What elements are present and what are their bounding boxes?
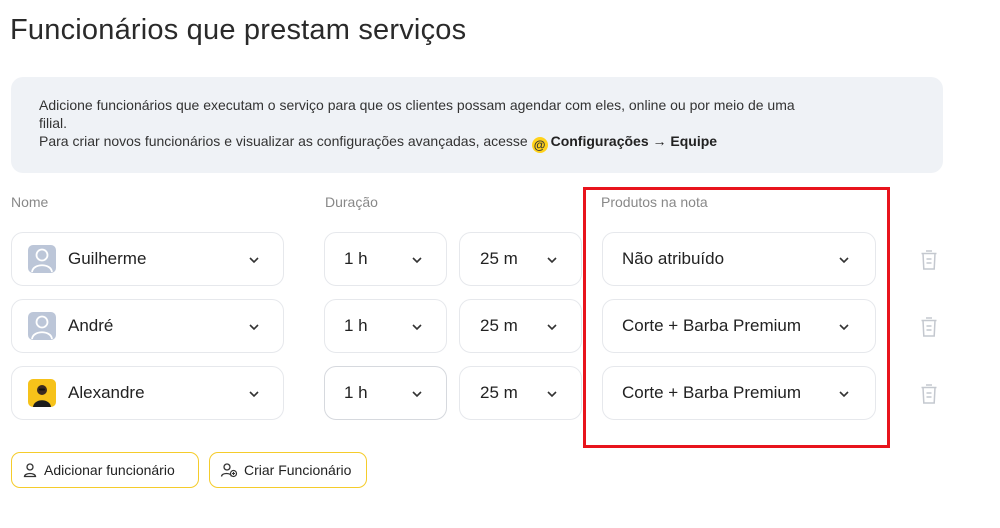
chevron-down-icon: [247, 253, 261, 267]
info-line-3: Para criar novos funcionários e visualiz…: [39, 132, 915, 153]
hours-value: 1 h: [344, 249, 368, 268]
employee-name: Guilherme: [68, 249, 147, 268]
create-employee-label: Criar Funcionário: [244, 462, 352, 478]
create-employee-button[interactable]: Criar Funcionário: [209, 452, 367, 488]
chevron-down-icon: [545, 253, 559, 267]
minutes-value: 25 m: [480, 383, 518, 402]
hours-select[interactable]: 1 h: [324, 299, 447, 353]
trash-icon[interactable]: [920, 383, 938, 405]
column-header-name: Nome: [11, 194, 49, 210]
avatar-placeholder-icon: [28, 312, 56, 340]
info-line-1: Adicione funcionários que executam o ser…: [39, 97, 795, 113]
user-plus-icon: [220, 463, 238, 478]
employee-name: Alexandre: [68, 383, 145, 402]
hours-select[interactable]: 1 h: [324, 232, 447, 286]
settings-team-link-label: Configurações → Equipe: [550, 133, 718, 149]
hours-select[interactable]: 1 h: [324, 366, 447, 420]
employee-select[interactable]: Guilherme: [11, 232, 284, 286]
add-employee-button[interactable]: Adicionar funcionário: [11, 452, 199, 488]
avatar-placeholder-icon: [28, 245, 56, 273]
minutes-select[interactable]: 25 m: [459, 232, 582, 286]
trash-icon[interactable]: [920, 316, 938, 338]
chevron-down-icon: [247, 387, 261, 401]
employee-select[interactable]: André: [11, 299, 284, 353]
avatar-photo: [28, 379, 56, 407]
chevron-down-icon: [410, 387, 424, 401]
minutes-select[interactable]: 25 m: [459, 299, 582, 353]
info-line-2: filial.: [39, 115, 68, 131]
trash-icon[interactable]: [920, 249, 938, 271]
chevron-down-icon: [410, 320, 424, 334]
chevron-down-icon: [247, 320, 261, 334]
minutes-value: 25 m: [480, 316, 518, 335]
hours-value: 1 h: [344, 316, 368, 335]
employee-select[interactable]: Alexandre: [11, 366, 284, 420]
chevron-down-icon: [545, 387, 559, 401]
settings-team-link[interactable]: @ Configurações → Equipe: [531, 133, 718, 153]
chevron-down-icon: [410, 253, 424, 267]
info-line-3-text: Para criar novos funcionários e visualiz…: [39, 133, 528, 149]
page-title: Funcionários que prestam serviços: [10, 14, 467, 46]
minutes-value: 25 m: [480, 249, 518, 268]
info-banner: Adicione funcionários que executam o ser…: [11, 77, 943, 173]
minutes-select[interactable]: 25 m: [459, 366, 582, 420]
employee-name: André: [68, 316, 114, 335]
column-header-duration: Duração: [325, 194, 378, 210]
chevron-down-icon: [545, 320, 559, 334]
add-employee-label: Adicionar funcionário: [44, 462, 175, 478]
link-icon: @: [531, 137, 548, 153]
user-icon: [23, 463, 37, 478]
highlight-box: [583, 187, 890, 448]
hours-value: 1 h: [344, 383, 368, 402]
